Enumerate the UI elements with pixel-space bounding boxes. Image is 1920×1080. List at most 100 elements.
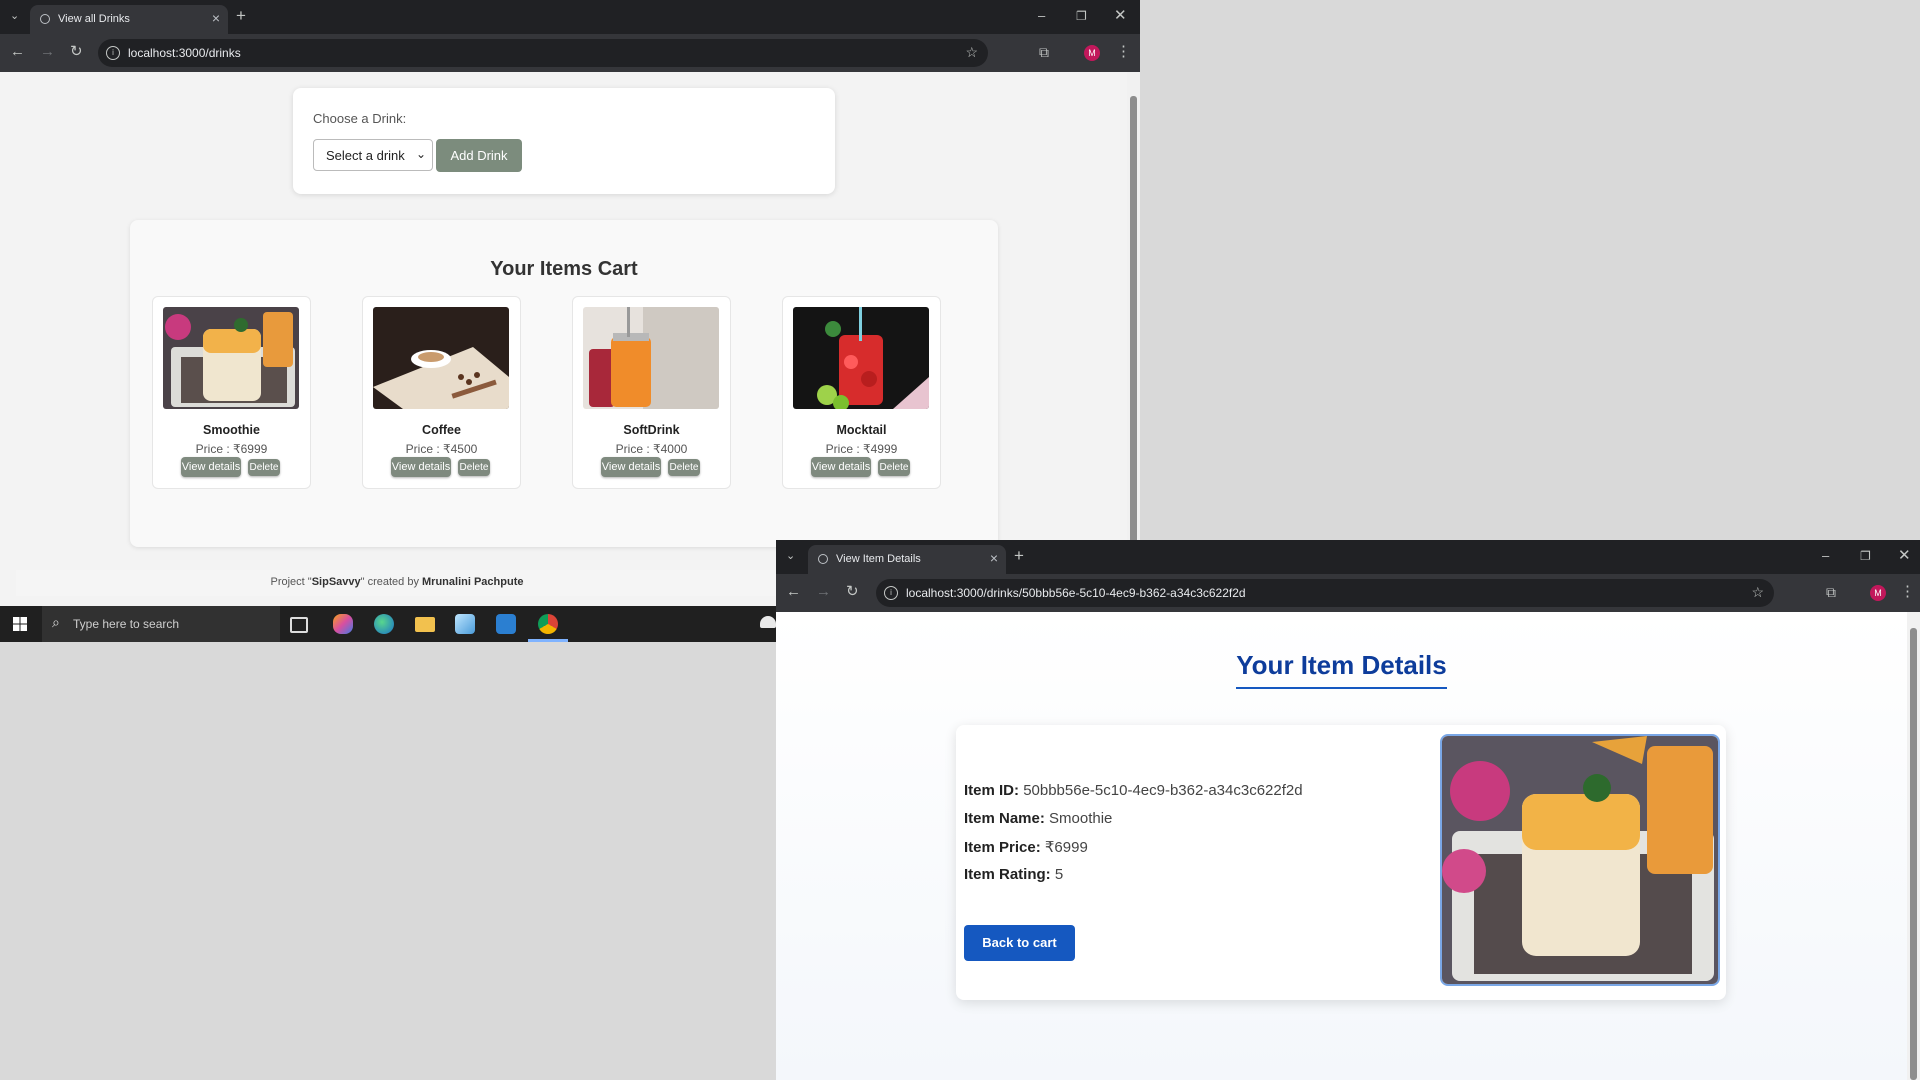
left-scrollbar[interactable] xyxy=(1127,72,1140,606)
forward-arrow-icon[interactable]: → xyxy=(816,582,831,602)
drink-select[interactable]: Select a drink ⌄ xyxy=(313,139,433,171)
item-rating-label: Item Rating: xyxy=(964,866,1051,883)
edge-icon[interactable] xyxy=(374,614,394,634)
mocktail-image xyxy=(793,307,929,409)
right-scrollbar-thumb[interactable] xyxy=(1910,628,1917,1080)
menu-kebab-icon[interactable]: ⋮ xyxy=(1116,42,1131,62)
page-title-text: Your Item Details xyxy=(1236,650,1447,689)
footer-pre: Project " xyxy=(270,576,312,588)
item-price-row: Item Price: ₹6999 xyxy=(964,838,1088,856)
menu-kebab-icon[interactable]: ⋮ xyxy=(1900,582,1915,602)
delete-button[interactable]: Delete xyxy=(248,459,280,476)
item-id-label: Item ID: xyxy=(964,782,1020,799)
taskbar-search-box[interactable]: ⌕ Type here to search xyxy=(42,606,280,642)
chrome-icon[interactable] xyxy=(538,614,558,634)
close-tab-icon[interactable]: × xyxy=(212,10,220,26)
view-details-button[interactable]: View details xyxy=(181,457,241,477)
cart-card-smoothie: Smoothie Price : ₹6999 View details Dele… xyxy=(152,296,311,489)
delete-button[interactable]: Delete xyxy=(458,459,490,476)
close-window-icon[interactable]: ✕ xyxy=(1898,546,1911,566)
item-price: Price : ₹4999 xyxy=(825,442,898,456)
item-price-value: ₹6999 xyxy=(1044,839,1088,856)
coffee-image xyxy=(373,307,509,409)
site-info-icon[interactable]: i xyxy=(884,586,898,600)
windows-start-icon[interactable] xyxy=(13,617,27,631)
sticky-app-icon[interactable] xyxy=(455,614,475,634)
item-rating-row: Item Rating: 5 xyxy=(964,866,1063,883)
new-tab-icon[interactable]: + xyxy=(236,6,246,26)
chrome-active-indicator xyxy=(528,639,568,642)
footer-project: SipSavvy xyxy=(311,576,361,588)
drink-select-value: Select a drink xyxy=(326,148,405,163)
extensions-icon[interactable]: ⧉ xyxy=(1826,582,1836,602)
view-details-button[interactable]: View details xyxy=(601,457,661,477)
back-to-cart-button[interactable]: Back to cart xyxy=(964,925,1075,961)
reload-icon[interactable]: ↻ xyxy=(846,582,859,602)
tab-search-chevron-icon[interactable]: ⌄ xyxy=(786,546,795,566)
back-arrow-icon[interactable]: ← xyxy=(786,582,801,602)
softdrink-image xyxy=(583,307,719,409)
item-id-row: Item ID: 50bbb56e-5c10-4ec9-b362-a34c3c6… xyxy=(964,782,1303,799)
left-browser-window: ⌄ View all Drinks × + – ❐ ✕ ← → ↻ i loca… xyxy=(0,0,1140,606)
footer-mid: " created by xyxy=(360,576,423,588)
view-details-button[interactable]: View details xyxy=(811,457,871,477)
page-title: Your Item Details xyxy=(776,650,1907,689)
bookmark-star-icon[interactable]: ☆ xyxy=(965,44,978,61)
file-explorer-icon[interactable] xyxy=(415,617,435,632)
browser-toolbar: ← → ↻ i localhost:3000/drinks ☆ ⧉ M ⋮ xyxy=(0,34,1140,72)
address-bar[interactable]: i localhost:3000/drinks/50bbb56e-5c10-4e… xyxy=(876,579,1774,607)
item-name-label: Item Name: xyxy=(964,810,1045,827)
minimize-icon[interactable]: – xyxy=(1822,546,1829,566)
back-arrow-icon[interactable]: ← xyxy=(10,42,25,62)
windows-taskbar: ⌕ Type here to search xyxy=(0,606,776,642)
tab-view-all-drinks[interactable]: View all Drinks × xyxy=(30,5,228,34)
cart-card-softdrink: SoftDrink Price : ₹4000 View details Del… xyxy=(572,296,731,489)
vscode-icon[interactable] xyxy=(496,614,516,634)
delete-button[interactable]: Delete xyxy=(878,459,910,476)
page-footer: Project "SipSavvy" created by Mrunalini … xyxy=(16,570,778,596)
address-bar[interactable]: i localhost:3000/drinks ☆ xyxy=(98,39,988,67)
close-tab-icon[interactable]: × xyxy=(990,550,998,566)
minimize-icon[interactable]: – xyxy=(1038,6,1045,26)
item-name-row: Item Name: Smoothie xyxy=(964,810,1112,827)
copilot-icon[interactable] xyxy=(333,614,353,634)
restore-icon[interactable]: ❐ xyxy=(1076,6,1087,26)
right-browser-window: ⌄ View Item Details × + – ❐ ✕ ← → ↻ i lo… xyxy=(776,540,1920,1080)
bookmark-star-icon[interactable]: ☆ xyxy=(1751,584,1764,601)
reload-icon[interactable]: ↻ xyxy=(70,42,83,62)
url-text: localhost:3000/drinks xyxy=(128,46,241,60)
items-cart: Your Items Cart Smoothie Price : ₹6999 V… xyxy=(130,220,998,547)
profile-avatar[interactable]: M xyxy=(1870,585,1886,601)
site-info-icon[interactable]: i xyxy=(106,46,120,60)
item-price: Price : ₹4500 xyxy=(405,442,478,456)
left-scrollbar-thumb[interactable] xyxy=(1130,96,1137,596)
weather-icon[interactable] xyxy=(760,616,776,628)
tab-title: View Item Details xyxy=(836,553,921,565)
tab-view-item-details[interactable]: View Item Details × xyxy=(808,545,1006,574)
smoothie-image xyxy=(163,307,299,409)
new-tab-icon[interactable]: + xyxy=(1014,546,1024,566)
view-details-button[interactable]: View details xyxy=(391,457,451,477)
item-name: Smoothie xyxy=(203,423,260,437)
tab-title: View all Drinks xyxy=(58,13,130,25)
choose-drink-label: Choose a Drink: xyxy=(313,111,407,126)
profile-avatar[interactable]: M xyxy=(1084,45,1100,61)
left-page: Choose a Drink: Select a drink ⌄ Add Dri… xyxy=(0,72,1140,606)
delete-button[interactable]: Delete xyxy=(668,459,700,476)
item-detail-card: Item ID: 50bbb56e-5c10-4ec9-b362-a34c3c6… xyxy=(956,725,1726,1000)
extensions-icon[interactable]: ⧉ xyxy=(1039,42,1049,62)
item-name: Mocktail xyxy=(836,423,887,437)
task-view-icon[interactable] xyxy=(290,617,308,633)
item-price: Price : ₹6999 xyxy=(195,442,268,456)
search-icon: ⌕ xyxy=(52,614,60,630)
item-price-label: Item Price: xyxy=(964,839,1041,856)
add-drink-button[interactable]: Add Drink xyxy=(436,139,522,172)
right-scrollbar[interactable] xyxy=(1907,612,1920,1080)
forward-arrow-icon[interactable]: → xyxy=(40,42,55,62)
tab-search-chevron-icon[interactable]: ⌄ xyxy=(10,6,19,26)
restore-icon[interactable]: ❐ xyxy=(1860,546,1871,566)
right-page: Your Item Details Item ID: 50bbb56e-5c10… xyxy=(776,612,1920,1080)
close-window-icon[interactable]: ✕ xyxy=(1114,6,1127,26)
cart-card-mocktail: Mocktail Price : ₹4999 View details Dele… xyxy=(782,296,941,489)
footer-author: Mrunalini Pachpute xyxy=(422,576,524,588)
